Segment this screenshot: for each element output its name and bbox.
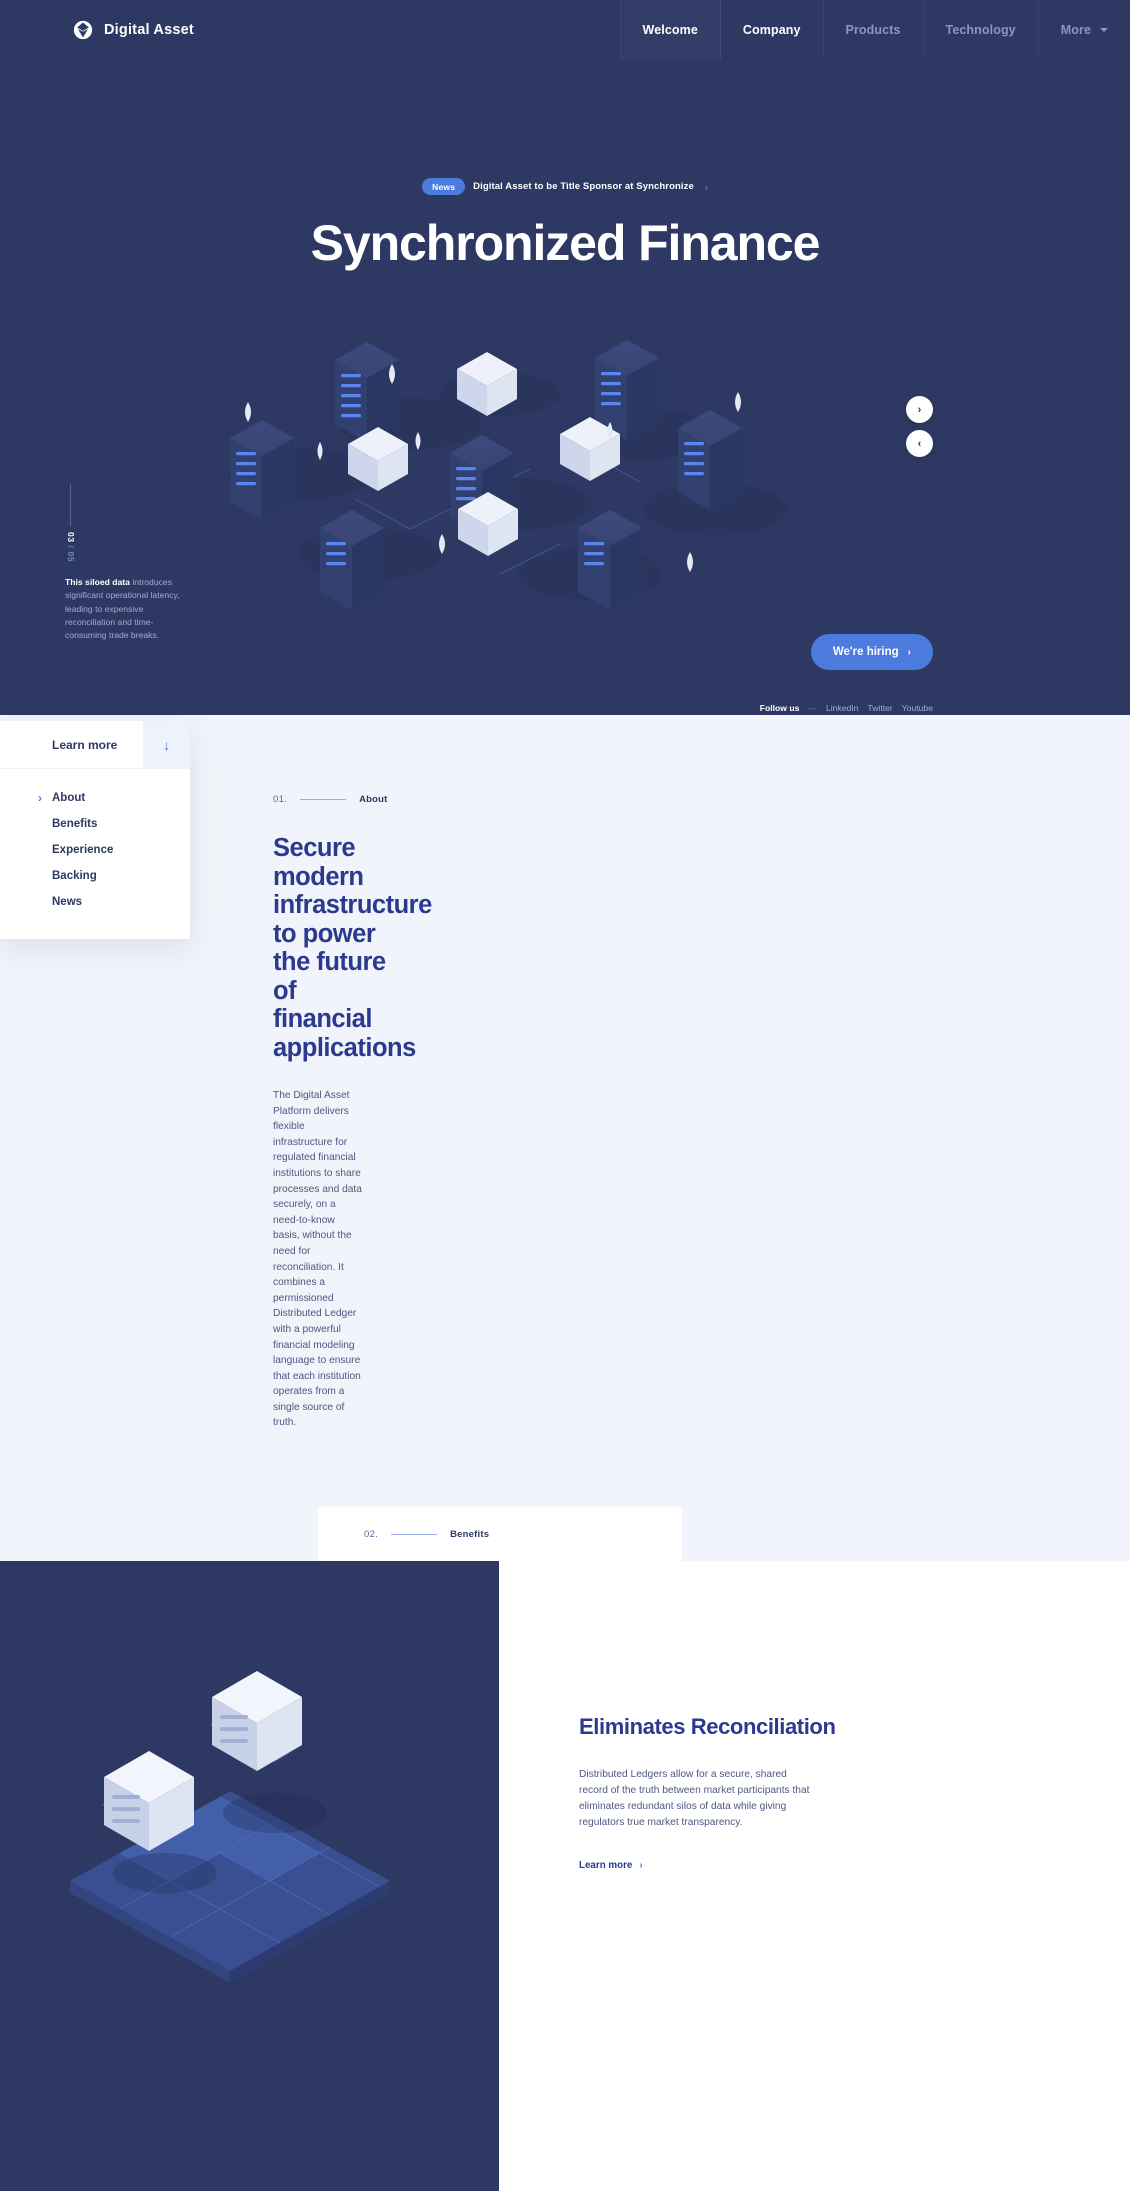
nav-label-company: Company [742, 22, 801, 37]
digital-asset-logo-icon [73, 20, 93, 39]
benefits-heading: Eliminates Reconciliation [579, 1714, 836, 1740]
hero-caption: This siloed data introduces significant … [65, 576, 193, 642]
benefits-eyebrow-label: Benefits [450, 1528, 490, 1540]
site-header: Digital Asset Welcome Company Products T… [0, 0, 1130, 59]
slide-current: 03 [66, 532, 76, 543]
we-are-hiring-button[interactable]: We're hiring › [810, 634, 933, 670]
nav-label-products: Products [845, 22, 901, 37]
benefits-eyebrow: 02. Benefits [318, 1507, 682, 1562]
rail-divider [70, 484, 71, 526]
news-ticker[interactable]: News Digital Asset to be Title Sponsor a… [0, 178, 1130, 195]
hero-caption-strong: This siloed data [65, 577, 130, 588]
sidebar-item-benefits[interactable]: Benefits [0, 811, 190, 837]
benefits-eyebrow-number: 02. [364, 1528, 379, 1540]
social-link-linkedin[interactable]: LinkedIn [826, 703, 859, 713]
nav-label-welcome: Welcome [642, 22, 698, 37]
sidebar-item-experience[interactable]: Experience [0, 837, 190, 863]
nav-label-more: More [1060, 22, 1091, 37]
chevron-right-icon: › [639, 1860, 643, 1872]
follow-dash: — [808, 703, 817, 713]
chevron-left-icon: ‹ [917, 437, 922, 450]
news-headline[interactable]: Digital Asset to be Title Sponsor at Syn… [473, 181, 694, 192]
slide-counter: 03 / 05 [65, 532, 77, 562]
section-menu-card: Learn more ↓ About Benefits Experience B… [0, 721, 190, 939]
brand-logo-group[interactable]: Digital Asset [0, 0, 194, 59]
isometric-network-illustration [228, 340, 787, 610]
nav-item-more[interactable]: More [1039, 0, 1130, 59]
eyebrow-rule [300, 799, 347, 800]
hiring-label: We're hiring [832, 646, 899, 658]
nav-item-company[interactable]: Company [721, 0, 824, 59]
about-eyebrow-number: 01. [273, 794, 288, 805]
benefits-learn-more-label: Learn more [579, 1860, 633, 1872]
benefits-content: Eliminates Reconciliation Distributed Le… [499, 1561, 1130, 2191]
carousel-prev-button[interactable]: ‹ [906, 430, 933, 457]
isometric-ledger-illustration [70, 1671, 390, 1982]
learn-more-row[interactable]: Learn more ↓ [0, 721, 190, 769]
nav-label-technology: Technology [945, 22, 1016, 37]
sidebar-item-about[interactable]: About [0, 785, 190, 811]
chevron-right-icon: › [704, 181, 708, 192]
slide-total: 05 [66, 551, 76, 563]
hero-title: Synchronized Finance [310, 215, 821, 271]
brand-name: Digital Asset [104, 21, 194, 38]
benefits-section: Eliminates Reconciliation Distributed Le… [0, 1561, 1130, 2191]
learn-more-label[interactable]: Learn more [0, 721, 143, 768]
about-eyebrow-label: About [359, 794, 388, 805]
section-menu-list: About Benefits Experience Backing News [0, 769, 190, 939]
news-badge[interactable]: News [422, 178, 466, 195]
landing-page: Digital Asset Welcome Company Products T… [0, 0, 1130, 2191]
about-body: The Digital Asset Platform delivers flex… [273, 1090, 362, 1429]
nav-item-products[interactable]: Products [824, 0, 924, 59]
social-link-youtube[interactable]: Youtube [902, 703, 933, 713]
follow-us-label: Follow us [759, 703, 800, 713]
hero-section: News Digital Asset to be Title Sponsor a… [0, 59, 1130, 715]
nav-item-welcome[interactable]: Welcome [620, 0, 721, 59]
header-spacer [194, 0, 620, 59]
chevron-down-icon [1100, 27, 1108, 32]
chevron-right-icon: › [917, 403, 922, 416]
eyebrow-rule [391, 1533, 438, 1535]
chevron-right-icon: › [907, 646, 911, 658]
carousel-next-button[interactable]: › [906, 396, 933, 423]
sidebar-item-backing[interactable]: Backing [0, 863, 190, 889]
benefits-learn-more-link[interactable]: Learn more › [579, 1860, 643, 1871]
slide-separator: / [66, 545, 76, 549]
sidebar-item-news[interactable]: News [0, 889, 190, 915]
nav-item-technology[interactable]: Technology [924, 0, 1039, 59]
slide-rail: 03 / 05 This siloed data introduces sign… [65, 484, 200, 642]
benefits-illustration-panel [0, 1561, 499, 2191]
social-link-twitter[interactable]: Twitter [867, 703, 892, 713]
main-nav: Welcome Company Products Technology More [619, 0, 1130, 59]
follow-us-group: Follow us — LinkedIn Twitter Youtube [760, 703, 933, 713]
arrow-down-icon[interactable]: ↓ [143, 721, 190, 768]
